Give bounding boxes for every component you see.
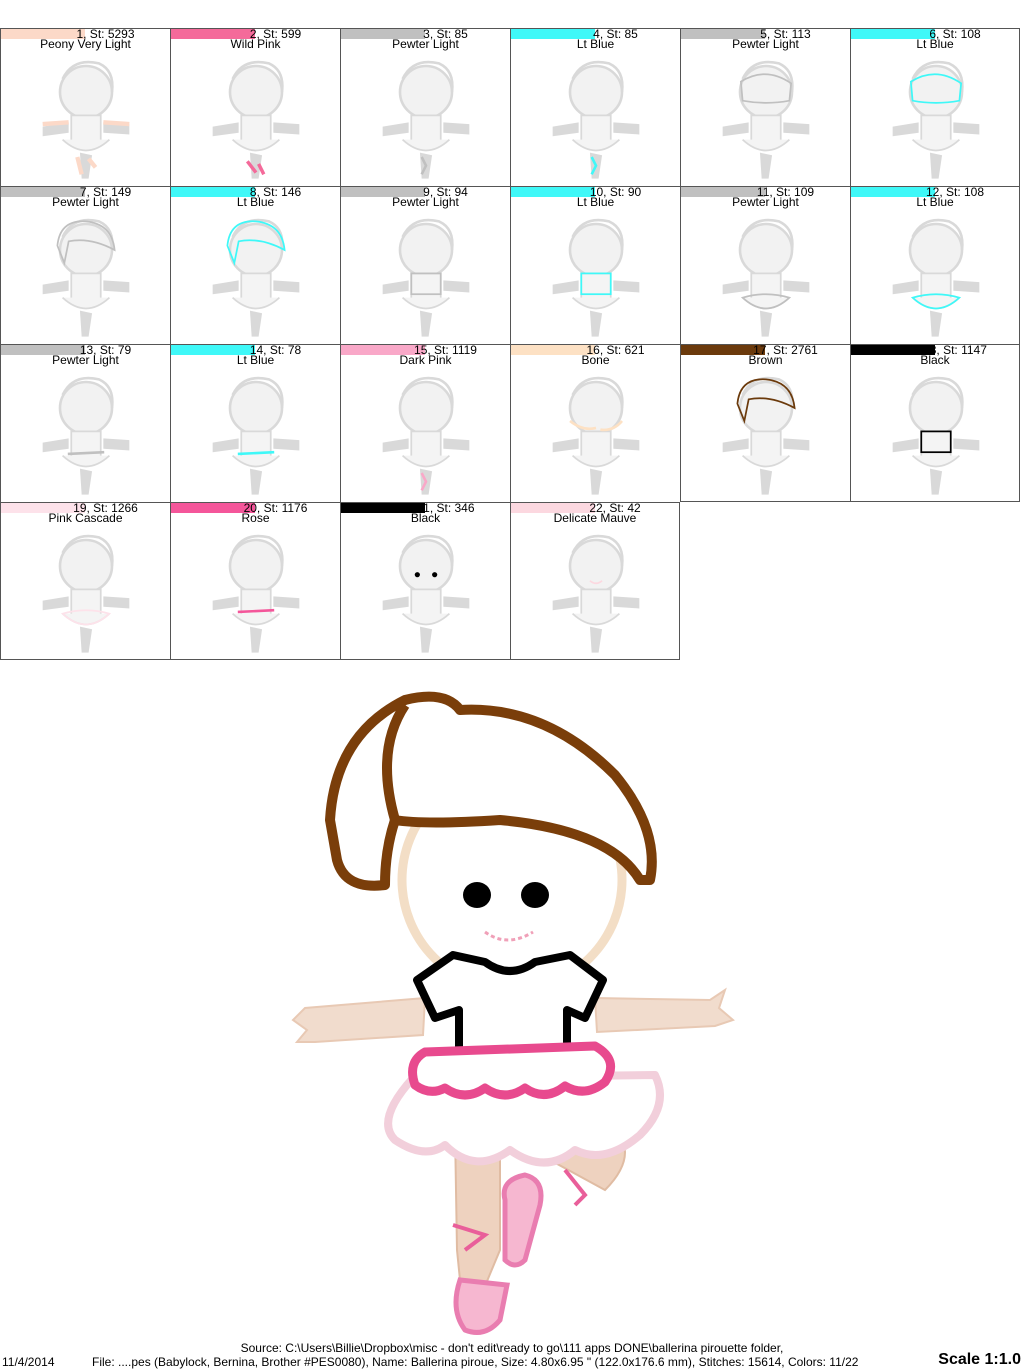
- thread-color-name: Wild Pink: [230, 37, 281, 51]
- thread-color-name: Pewter Light: [732, 195, 799, 209]
- color-stop-cell: 11, St: 109 Pewter Light: [680, 186, 850, 344]
- thread-color-name: Pewter Light: [392, 37, 459, 51]
- thumbnail-image: [212, 376, 300, 495]
- color-stop-cell: 10, St: 90 Lt Blue: [510, 186, 680, 344]
- thread-color-name: Bone: [581, 353, 610, 367]
- thumbnail-image: [42, 376, 130, 495]
- thread-color-name: Lt Blue: [916, 195, 954, 209]
- thread-color-name: Rose: [241, 511, 270, 525]
- thumbnail-image: [892, 60, 980, 179]
- thread-color-name: Pewter Light: [52, 195, 119, 209]
- thumbnail-image: [552, 534, 640, 653]
- thumbnail-image: [552, 60, 640, 179]
- thumbnail-image: [212, 60, 300, 179]
- color-stop-cell: 2, St: 599 Wild Pink: [170, 28, 340, 186]
- color-stop-cell: 1, St: 5293 Peony Very Light: [0, 28, 170, 186]
- color-stop-cell: 9, St: 94 Pewter Light: [340, 186, 510, 344]
- footer-file-info: File: ....pes (Babylock, Bernina, Brothe…: [92, 1356, 859, 1369]
- footer-scale: Scale 1:1.0: [938, 1351, 1021, 1368]
- thread-color-name: Peony Very Light: [40, 37, 131, 51]
- color-stop-cell: 16, St: 621 Bone: [510, 344, 680, 502]
- thumbnail-image: [212, 534, 300, 653]
- color-stop-cell: 7, St: 149 Pewter Light: [0, 186, 170, 344]
- thread-color-name: Pewter Light: [392, 195, 459, 209]
- thread-color-name: Lt Blue: [576, 37, 615, 51]
- thumbnail-image: [552, 376, 640, 495]
- thread-color-name: Lt Blue: [236, 195, 275, 209]
- color-stop-cell: 13, St: 79 Pewter Light: [0, 344, 170, 502]
- color-stop-cell: 17, St: 2761 Brown: [680, 344, 850, 502]
- color-stop-cell: 14, St: 78 Lt Blue: [170, 344, 340, 502]
- thread-color-name: Brown: [748, 353, 783, 367]
- color-stop-cell: 15, St: 1119 Dark Pink: [340, 344, 510, 502]
- thumbnail-image: [552, 218, 640, 337]
- main-design-preview: [285, 690, 740, 1340]
- thumbnail-image: [382, 534, 470, 653]
- color-stop-grid: 1, St: 5293 Peony Very Light 2, St: 599 Wil…: [0, 28, 1024, 660]
- color-stop-cell: 4, St: 85 Lt Blue: [510, 28, 680, 186]
- color-stop-cell: 8, St: 146 Lt Blue: [170, 186, 340, 344]
- color-stop-cell: 22, St: 42 Delicate Mauve: [510, 502, 680, 660]
- thumbnail-image: [722, 218, 810, 337]
- thumbnail-image: [212, 218, 300, 337]
- color-stop-cell: 20, St: 1176 Rose: [170, 502, 340, 660]
- thread-color-name: Lt Blue: [576, 195, 615, 209]
- color-stop-cell: 6, St: 108 Lt Blue: [850, 28, 1020, 186]
- thread-color-name: Pewter Light: [52, 353, 119, 367]
- thumbnail-image: [722, 60, 810, 179]
- thumbnail-image: [42, 60, 130, 179]
- color-stop-cell: 3, St: 85 Pewter Light: [340, 28, 510, 186]
- thread-color-name: Lt Blue: [236, 353, 275, 367]
- thumbnail-image: [42, 218, 130, 337]
- thumbnail-image: [42, 534, 130, 653]
- thread-color-name: Delicate Mauve: [553, 511, 637, 525]
- thread-color-name: Dark Pink: [399, 353, 452, 367]
- color-stop-cell: 12, St: 108 Lt Blue: [850, 186, 1020, 344]
- thumbnail-image: [892, 218, 980, 337]
- footer-source-path: Source: C:\Users\Billie\Dropbox\misc - d…: [240, 1341, 784, 1355]
- color-stop-cell: 21, St: 346 Black: [340, 502, 510, 660]
- color-stop-cell: 18, St: 1147 Black: [850, 344, 1020, 502]
- color-stop-cell: 19, St: 1266 Pink Cascade: [0, 502, 170, 660]
- thumbnail-image: [382, 218, 470, 337]
- thread-color-name: Lt Blue: [916, 37, 954, 51]
- thread-color-name: Pink Cascade: [48, 511, 123, 525]
- thread-color-name: Black: [410, 511, 441, 525]
- thumbnail-image: [382, 60, 470, 179]
- thread-color-name: Pewter Light: [732, 37, 799, 51]
- thread-color-name: Black: [920, 353, 950, 367]
- thumbnail-image: [892, 376, 980, 495]
- color-stop-cell: 5, St: 113 Pewter Light: [680, 28, 850, 186]
- thumbnail-image: [722, 376, 810, 495]
- thumbnail-image: [382, 376, 470, 495]
- ballerina-design-image: [291, 691, 735, 1335]
- footer-date: 11/4/2014: [2, 1355, 55, 1369]
